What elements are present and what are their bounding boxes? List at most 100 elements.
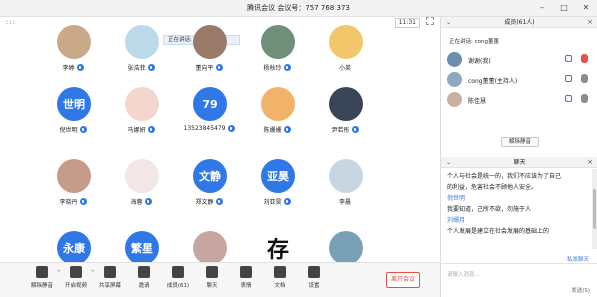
members-speaking: 正在讲话: cong董董 [449, 39, 499, 45]
mic-icon[interactable] [581, 94, 588, 103]
member-row[interactable]: 谢谢(我) [447, 51, 592, 69]
participant-name: 马娜妍 [106, 125, 176, 134]
camera-icon[interactable] [565, 75, 572, 82]
participant-tile[interactable]: 陈姗姗 [242, 87, 312, 137]
minimize-icon[interactable]: – [537, 2, 547, 14]
toolbar-label: 成员(61) [166, 283, 190, 289]
avatar [261, 87, 295, 121]
avatar [329, 87, 363, 121]
mic-icon [351, 126, 359, 133]
private-chat-link[interactable]: 私发聊天 [567, 255, 589, 263]
video-area: ::: 11:31 正在讲话: cong董董 李婷张浩菲董向平杨秋玲小英世明倪世… [0, 17, 440, 279]
collapse-icon[interactable]: ⌄ [446, 17, 451, 28]
close-panel-icon[interactable]: × [587, 17, 593, 28]
mic-icon [283, 198, 291, 205]
participant-tile[interactable]: 杨秋玲 [242, 25, 312, 75]
mic-muted-button[interactable]: 解除静音 ^ [24, 266, 61, 296]
avatar [329, 25, 363, 59]
more-icon[interactable]: ::: [6, 18, 16, 26]
participant-name: 杨秋玲 [242, 63, 312, 72]
camera-off-icon [70, 266, 82, 278]
member-name: 谢谢(我) [468, 58, 491, 65]
close-chat-icon[interactable]: × [587, 157, 593, 168]
meeting-timer: 11:31 [394, 18, 420, 28]
settings-button[interactable]: 设置 [296, 266, 332, 296]
participant-name: 董向平 [174, 63, 244, 72]
camera-off-button[interactable]: 开启视频 ^ [58, 266, 95, 296]
camera-icon[interactable] [565, 95, 572, 102]
fullscreen-icon[interactable] [426, 17, 434, 25]
participant-name: 李晓丹 [38, 197, 108, 206]
avatar [57, 159, 91, 193]
participant-tile[interactable]: 世明 倪世明 [38, 87, 108, 137]
toolbar-label: 邀请 [138, 283, 150, 289]
chat-message: 我要知道，己所不欲，勿施于人 [447, 206, 532, 213]
participant-tile[interactable]: 海蓉 [106, 159, 176, 209]
chat-messages: 个人与社会是统一的，我们不应该为了自己 的利益，危害社会不顾他人安全。 倪世明 我要知… [441, 169, 591, 257]
chat-button[interactable]: 聊天 [194, 266, 230, 296]
avatar: 79 [193, 87, 227, 121]
chat-scrollbar[interactable] [592, 169, 597, 249]
participant-name: 李婷 [38, 63, 108, 72]
unmute-button[interactable]: 解除静音 [501, 137, 539, 147]
avatar: 繁星 [125, 231, 159, 265]
chat-sender: 刘姗月 [447, 217, 466, 224]
chat-input-placeholder: 请输入消息... [447, 272, 480, 278]
participant-tile[interactable]: 文静 郑文静 [174, 159, 244, 209]
participant-tile[interactable]: 亚昊 刘亚昊 [242, 159, 312, 209]
emoji-button[interactable]: 表情 [228, 266, 264, 296]
mic-icon[interactable] [581, 54, 588, 63]
share-screen-button[interactable]: 共享屏幕 [92, 266, 128, 296]
participant-tile[interactable]: 79 13523845479 [174, 87, 244, 137]
mic-icon [76, 64, 84, 71]
invite-button[interactable]: 邀请 [126, 266, 162, 296]
participant-tile[interactable]: 尹若彤 [310, 87, 380, 137]
avatar [193, 25, 227, 59]
toolbar-label: 开启视频 [64, 283, 87, 289]
avatar: 世明 [57, 87, 91, 121]
member-name: 陈佳慧 [468, 98, 487, 105]
chat-message: 个人发展是建立在社会发展的基础上的 [447, 228, 550, 235]
participant-name: 张浩菲 [106, 63, 176, 72]
chat-title: 聊天 [513, 159, 526, 166]
participant-tile[interactable]: 李晓丹 [38, 159, 108, 209]
avatar [447, 52, 462, 67]
participant-tile[interactable]: 董向平 [174, 25, 244, 75]
leave-meeting-button[interactable]: 离开会议 [386, 272, 420, 288]
avatar: 文静 [193, 159, 227, 193]
chat-message: 个人与社会是统一的，我们不应该为了自己 [447, 173, 562, 180]
toolbar-label: 表情 [240, 283, 252, 289]
document-icon [274, 266, 286, 278]
avatar [125, 87, 159, 121]
toolbar-label: 聊天 [206, 283, 218, 289]
invite-icon [138, 266, 150, 278]
members-button[interactable]: 成员(61) [160, 266, 196, 296]
window-controls: – □ ✕ [537, 2, 591, 14]
chat-sender: 倪世明 [447, 195, 466, 202]
close-icon[interactable]: ✕ [581, 2, 591, 14]
title-bar: 腾讯会议 会议号：757 768 373 – □ ✕ [0, 0, 597, 17]
send-button[interactable]: 发送(S) [571, 286, 590, 294]
camera-icon[interactable] [565, 55, 572, 62]
participant-tile[interactable]: 小英 [310, 25, 380, 75]
collapse-chat-icon[interactable]: ⌄ [446, 157, 451, 168]
window-title: 腾讯会议 会议号：757 768 373 [247, 4, 350, 12]
avatar [447, 92, 462, 107]
chat-header: ⌄ 聊天 × [441, 157, 597, 168]
mic-icon [215, 198, 223, 205]
participant-tile[interactable]: 李婷 [38, 25, 108, 75]
participant-tile[interactable]: 张浩菲 [106, 25, 176, 75]
participant-tile[interactable]: 李晨 [310, 159, 380, 209]
bottom-toolbar: 解除静音 ^ 开启视频 ^ 共享屏幕 邀请 成员(61) 聊天 表情 文档 设置 离开会议 [0, 262, 440, 297]
participant-name: 13523845479 [174, 125, 244, 132]
participant-name: 郑文静 [174, 197, 244, 206]
mic-icon[interactable] [581, 74, 588, 83]
participant-tile[interactable]: 马娜妍 [106, 87, 176, 137]
document-button[interactable]: 文档 [262, 266, 298, 296]
maximize-icon[interactable]: □ [559, 2, 569, 14]
emoji-icon [240, 266, 252, 278]
avatar: 存 [261, 231, 295, 265]
member-row[interactable]: 陈佳慧 [447, 91, 592, 109]
member-row[interactable]: cong董董(主持人) [447, 71, 592, 89]
chat-input[interactable]: 请输入消息... 发送(S) [441, 263, 597, 297]
